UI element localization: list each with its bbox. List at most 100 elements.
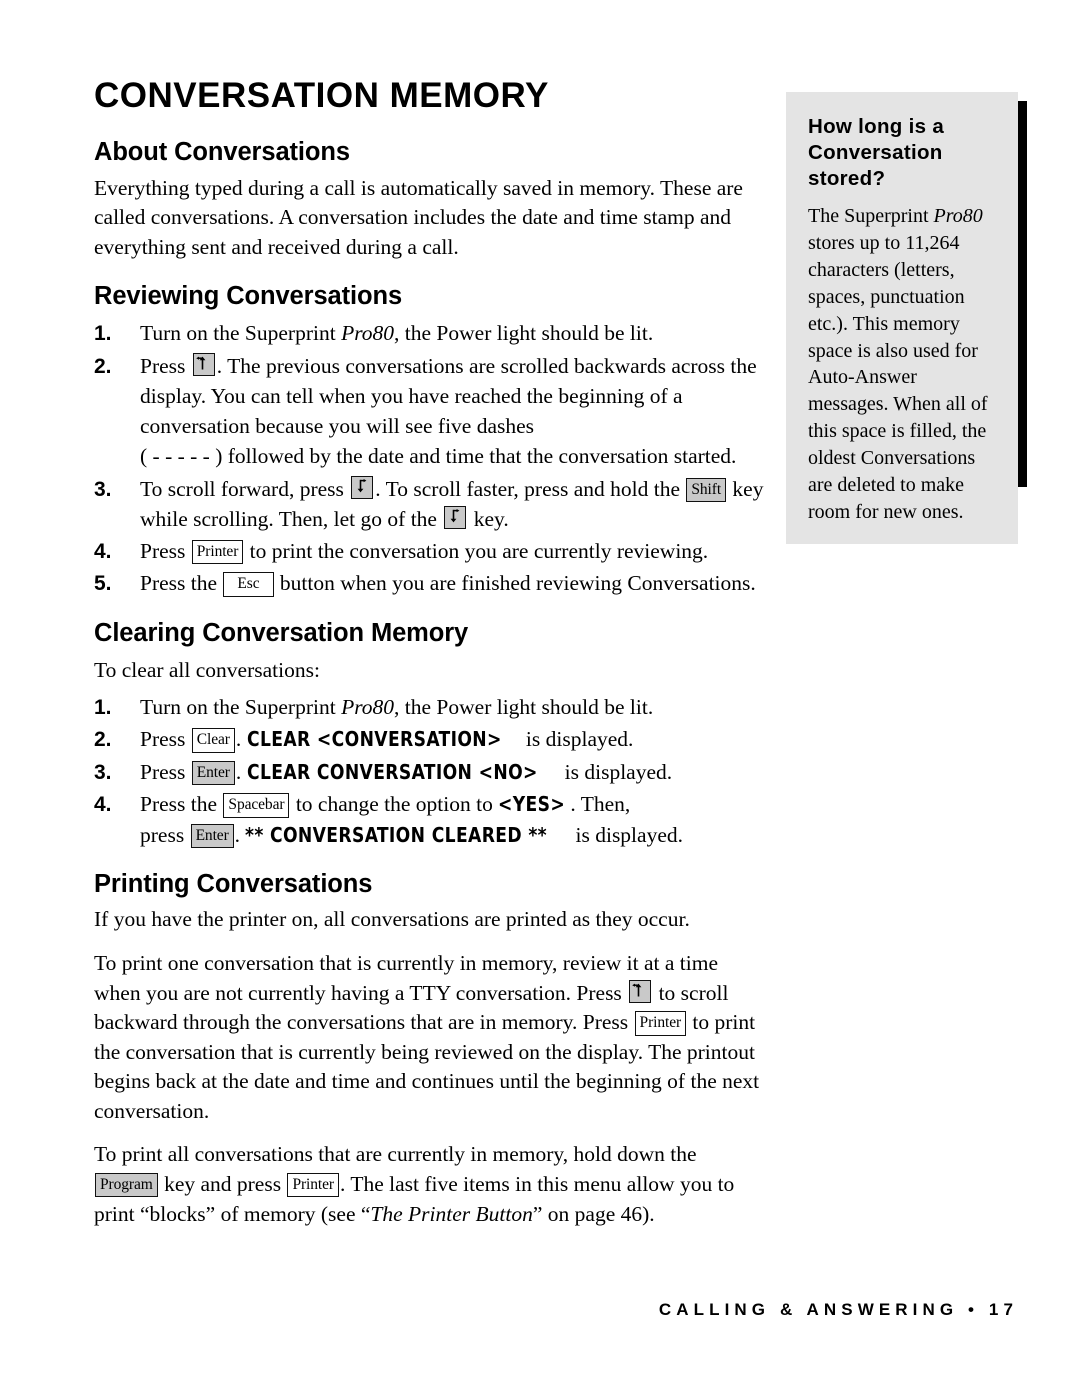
sidebar-panel: How long is a Conversation stored? The S…	[786, 92, 1018, 544]
step-text-pre: Press	[140, 353, 191, 378]
step-text-continued: ( - - - - - ) followed by the date and t…	[140, 444, 737, 469]
step-text: Press Clear. CLEAR <CONVERSATION> is dis…	[140, 724, 766, 754]
scroll-back-arrow-icon[interactable]	[629, 979, 652, 1003]
step-text-post: . The previous conversations are scrolle…	[140, 353, 757, 439]
paragraph-text: To print one conversation that is curren…	[94, 951, 719, 1005]
printing-paragraph-1: If you have the printer on, all conversa…	[94, 907, 690, 932]
enter-key[interactable]: Enter	[190, 823, 234, 848]
section-heading-reviewing: Reviewing Conversations	[94, 282, 403, 311]
list-item: 4. Press Printer to print the conversati…	[94, 536, 766, 567]
program-key[interactable]: Program	[95, 1172, 158, 1198]
list-item: 1. Turn on the Superprint Pro80, the Pow…	[94, 318, 766, 349]
list-item: 3. To scroll forward, press . To scroll …	[94, 474, 766, 534]
printer-key[interactable]: Printer	[191, 539, 244, 565]
cross-reference-title: The Printer Button	[370, 1201, 533, 1226]
lcd-display-text: CLEAR CONVERSATION <NO>	[246, 759, 538, 784]
cont-mid: .	[234, 822, 246, 847]
step-number: 3.	[94, 760, 112, 784]
step-text: Press Printer to print the conversation …	[140, 536, 766, 566]
esc-key[interactable]: Esc	[223, 572, 274, 597]
step-text-post: key.	[468, 506, 509, 531]
step-number: 2.	[94, 728, 112, 752]
list-item: 4. Press the Spacebar to change the opti…	[94, 789, 766, 849]
step-text-pre: Press	[140, 727, 191, 752]
sidebar-text: The Superprint	[808, 205, 934, 228]
about-paragraph: Everything typed during a call is automa…	[94, 175, 743, 259]
step-number: 5.	[94, 572, 112, 596]
step-text-post: , the Power light should be lit.	[394, 694, 654, 719]
step-text-post: is displayed.	[520, 727, 634, 752]
product-name: Pro80	[341, 321, 395, 346]
step-text-post: , the Power light should be lit.	[394, 321, 654, 346]
page-footer: CALLING & ANSWERING • 17	[658, 1300, 1018, 1319]
step-text-pre: Press	[140, 759, 191, 784]
cont-post: is displayed.	[570, 822, 684, 847]
list-item: 1. Turn on the Superprint Pro80, the Pow…	[94, 692, 766, 723]
step-number: 2.	[94, 354, 112, 378]
cont-pre: press	[140, 822, 190, 847]
step-text: Turn on the Superprint Pro80, the Power …	[140, 318, 766, 348]
step-text: Turn on the Superprint Pro80, the Power …	[140, 692, 766, 722]
step-text-pre: Turn on the Superprint	[140, 694, 342, 719]
clearing-intro: To clear all conversations:	[94, 657, 320, 682]
step-text-pre: To scroll forward, press	[140, 476, 350, 501]
sidebar-body: The Superprint Pro80 stores up to 11,264…	[808, 203, 998, 526]
step-number: 1.	[94, 322, 112, 346]
printer-key[interactable]: Printer	[634, 1011, 687, 1036]
sidebar-title: How long is a Conversation stored?	[808, 115, 945, 191]
clearing-steps-list: 1. Turn on the Superprint Pro80, the Pow…	[94, 692, 766, 850]
scroll-back-arrow-icon[interactable]	[192, 352, 215, 376]
step-text: Press Enter. CLEAR CONVERSATION <NO> is …	[140, 757, 766, 787]
step-text-mid: .	[235, 759, 247, 784]
step-number: 4.	[94, 793, 112, 817]
spacebar-key[interactable]: Spacebar	[223, 793, 290, 818]
shift-key[interactable]: Shift	[686, 477, 727, 503]
section-heading-clearing: Clearing Conversation Memory	[94, 618, 469, 647]
reviewing-steps-list: 1. Turn on the Superprint Pro80, the Pow…	[94, 318, 766, 599]
step-text-pre: Press	[140, 538, 191, 563]
step-text-mid: .	[235, 727, 247, 752]
step-text-post: is displayed.	[559, 759, 673, 784]
step-text-mid: . To scroll faster, press and hold the	[375, 476, 686, 501]
sidebar-text: stores up to 11,264 characters (letters,…	[808, 231, 988, 523]
list-item: 2. Press Clear. CLEAR <CONVERSATION> is …	[94, 724, 766, 755]
product-name: Pro80	[341, 694, 395, 719]
step-text: Press . The previous conversations are s…	[140, 351, 766, 472]
paragraph-text: key and press	[158, 1171, 287, 1196]
lcd-display-text: CLEAR <CONVERSATION>	[246, 727, 502, 752]
scroll-forward-arrow-icon[interactable]	[351, 475, 374, 499]
step-text-post: button when you are finished reviewing C…	[274, 571, 756, 596]
printing-paragraph-2: To print one conversation that is curren…	[94, 949, 766, 1126]
list-item: 5. Press the Esc button when you are fin…	[94, 568, 766, 599]
list-item: 2. Press . The previous conversations ar…	[94, 351, 766, 472]
product-name: Pro80	[933, 205, 983, 228]
enter-key[interactable]: Enter	[191, 760, 235, 786]
lcd-display-text: ** CONVERSATION CLEARED **	[245, 822, 548, 847]
document-page: CONVERSATION MEMORY About Conversations …	[0, 0, 1080, 1397]
paragraph-text: ” on page 46).	[532, 1201, 655, 1226]
list-item: 3. Press Enter. CLEAR CONVERSATION <NO> …	[94, 757, 766, 788]
step-text: To scroll forward, press . To scroll fas…	[140, 474, 766, 534]
section-heading-about: About Conversations	[94, 138, 350, 166]
main-text-column: CONVERSATION MEMORY About Conversations …	[94, 78, 766, 1243]
scroll-forward-arrow-icon[interactable]	[444, 505, 467, 529]
step-text-post: to print the conversation you are curren…	[244, 538, 709, 563]
step-text: Press the Esc button when you are finish…	[140, 568, 766, 598]
step-text-pre: Turn on the Superprint	[140, 321, 342, 346]
sidebar-callout: How long is a Conversation stored? The S…	[786, 92, 1027, 544]
clear-key[interactable]: Clear	[191, 728, 235, 753]
lcd-display-text: <YES>	[498, 792, 566, 817]
step-text-pre: Press the	[140, 792, 223, 817]
paragraph-text: To print all conversations that are curr…	[94, 1142, 697, 1167]
printer-key[interactable]: Printer	[287, 1172, 339, 1198]
step-text: Press the Spacebar to change the option …	[140, 789, 766, 849]
step-text-post: . Then,	[570, 792, 631, 817]
step-text-continued: press Enter. ** CONVERSATION CLEARED ** …	[140, 820, 766, 850]
printing-paragraph-3: To print all conversations that are curr…	[94, 1140, 766, 1229]
section-heading-printing: Printing Conversations	[94, 869, 373, 898]
step-text-pre: Press the	[140, 571, 223, 596]
step-number: 3.	[94, 477, 112, 501]
step-text-mid: to change the option to	[290, 792, 499, 817]
step-number: 4.	[94, 539, 112, 563]
page-title: CONVERSATION MEMORY	[94, 76, 549, 115]
